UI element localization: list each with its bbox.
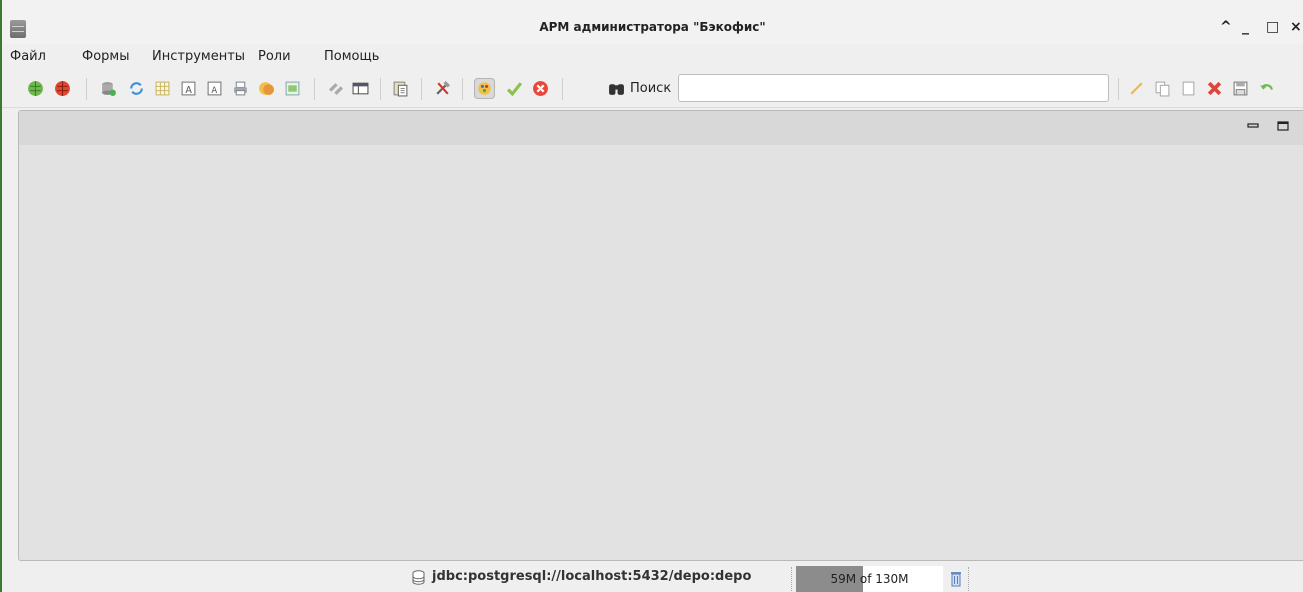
status-separator	[968, 567, 969, 591]
maximize-pane-icon[interactable]	[1277, 121, 1289, 131]
desktop-header	[19, 111, 1303, 145]
link-icon[interactable]	[328, 80, 345, 97]
minimize-pane-icon[interactable]	[1247, 121, 1259, 131]
svg-text:A: A	[211, 86, 217, 96]
refresh-icon[interactable]	[128, 80, 145, 97]
new-doc-icon[interactable]	[1180, 80, 1197, 97]
toolbar-separator	[1118, 78, 1119, 100]
memory-indicator: 59M of 130M	[796, 566, 943, 592]
toolbar-separator	[314, 78, 315, 100]
text-add-icon[interactable]: A	[180, 80, 197, 97]
menu-tools[interactable]: Инструменты	[152, 49, 245, 64]
trash-icon[interactable]	[949, 570, 963, 587]
undo-icon[interactable]	[1258, 80, 1275, 97]
svg-text:A: A	[185, 85, 192, 96]
minimize-button[interactable]: _	[1242, 19, 1249, 35]
memory-text: 59M of 130M	[830, 572, 909, 586]
status-bar: jdbc:postgresql://localhost:5432/depo:de…	[2, 566, 1303, 592]
menu-bar: Файл Формы Инструменты Роли Помощь	[2, 44, 1303, 70]
window-list-icon[interactable]	[352, 80, 369, 97]
search-input[interactable]	[678, 74, 1109, 102]
toolbar: A A Поиск	[2, 70, 1303, 108]
title-bar[interactable]: АРМ администратора "Бэкофис" ^ _ □ ×	[2, 0, 1303, 44]
menu-file[interactable]: Файл	[10, 49, 46, 64]
report-icon[interactable]	[284, 80, 301, 97]
toolbar-separator	[86, 78, 87, 100]
globe-connect-icon[interactable]	[27, 80, 44, 97]
app-window: АРМ администратора "Бэкофис" ^ _ □ × Фай…	[0, 0, 1303, 592]
print-icon[interactable]	[232, 80, 249, 97]
globe-disconnect-icon[interactable]	[54, 80, 71, 97]
collapse-button[interactable]: ^	[1220, 19, 1232, 35]
status-separator	[791, 567, 792, 591]
connection-url: jdbc:postgresql://localhost:5432/depo:de…	[432, 569, 752, 584]
close-button[interactable]: ×	[1290, 19, 1302, 35]
desktop-pane[interactable]	[18, 110, 1303, 561]
text-icon[interactable]: A	[206, 80, 223, 97]
check-icon[interactable]	[506, 80, 523, 97]
palette-icon[interactable]	[474, 78, 495, 99]
coins-icon[interactable]	[258, 80, 275, 97]
toolbar-separator	[462, 78, 463, 100]
toolbar-separator	[380, 78, 381, 100]
database-icon	[412, 570, 425, 585]
window-title: АРМ администратора "Бэкофис"	[539, 20, 766, 34]
save-icon[interactable]	[1232, 80, 1249, 97]
copy-icon[interactable]	[1154, 80, 1171, 97]
cancel-icon[interactable]	[532, 80, 549, 97]
toolbar-separator	[421, 78, 422, 100]
search-label: Поиск	[630, 81, 672, 96]
database-add-icon[interactable]	[100, 80, 117, 97]
toolbar-separator	[562, 78, 563, 100]
grid-icon[interactable]	[154, 80, 171, 97]
menu-forms[interactable]: Формы	[82, 49, 129, 64]
clipboard-icon[interactable]	[392, 80, 409, 97]
menu-roles[interactable]: Роли	[258, 49, 291, 64]
edit-icon[interactable]	[1128, 80, 1145, 97]
binoculars-icon[interactable]	[608, 80, 625, 97]
menu-help[interactable]: Помощь	[324, 49, 379, 64]
tools-icon[interactable]	[434, 80, 451, 97]
maximize-button[interactable]: □	[1266, 19, 1279, 35]
delete-icon[interactable]	[1206, 80, 1223, 97]
